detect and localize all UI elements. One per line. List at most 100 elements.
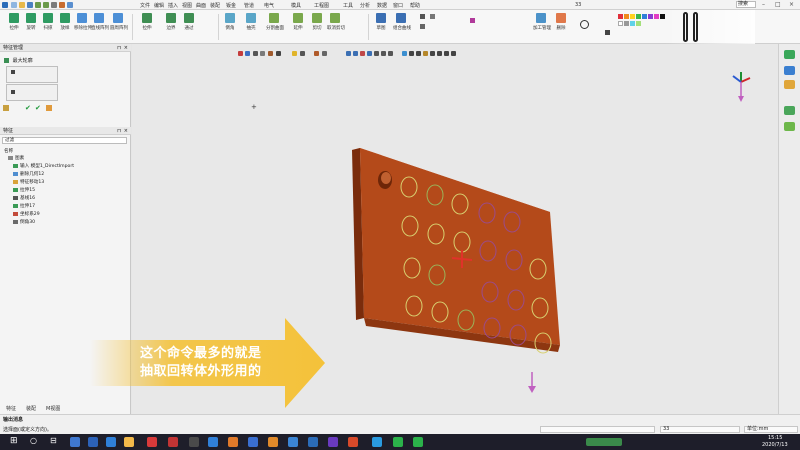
app-icon[interactable] [348,437,358,447]
help-icon[interactable] [67,2,73,8]
standard-view-icon[interactable] [360,51,365,56]
standard-view-icon[interactable] [353,51,358,56]
standard-view-icon[interactable] [346,51,351,56]
design-library-icon[interactable] [784,66,795,75]
menu-sheetmetal[interactable]: 钣金 [226,2,236,9]
ribbon-linear-pattern-button[interactable]: 直线阵列 [91,13,109,41]
snap-icon[interactable] [409,51,414,56]
app-icon[interactable] [288,437,298,447]
color-swatch[interactable] [636,14,641,19]
open-icon[interactable] [19,2,25,8]
snap-icon[interactable] [437,51,442,56]
ribbon-manage-button[interactable]: 加工管理 [533,13,551,41]
app-logo-icon[interactable] [2,2,8,8]
standard-view-icon[interactable] [367,51,372,56]
view-properties-icon[interactable] [784,106,795,115]
ribbon-cut-extrude-button[interactable]: 移除拉伸 [74,13,92,41]
snap-icon[interactable] [402,51,407,56]
standard-view-icon[interactable] [388,51,393,56]
tree-item[interactable]: 倒角30 [13,219,35,226]
new-icon[interactable] [11,2,17,8]
snap-icon[interactable] [416,51,421,56]
settings-icon[interactable] [59,2,65,8]
color-swatch[interactable] [642,14,647,19]
ribbon-through-button[interactable]: 通过 [181,13,197,41]
menu-view[interactable]: 视图 [182,2,192,9]
tree-item[interactable]: 坐标系29 [13,211,40,218]
menu-electrical[interactable]: 电气 [264,2,274,9]
tree-item[interactable]: 特征移动13 [13,179,44,186]
menu-help[interactable]: 帮助 [410,2,420,9]
section-icon[interactable] [314,51,319,56]
tree-item[interactable]: 删除几何12 [13,171,44,178]
ribbon-untrim-button[interactable]: 取消剪切 [327,13,345,41]
ribbon-delete-button[interactable]: 删除 [553,13,569,41]
color-swatch[interactable] [618,21,623,26]
tree-item[interactable]: 拉伸17 [13,203,35,210]
app-icon[interactable] [393,437,403,447]
app-icon[interactable] [308,437,318,447]
standard-view-icon[interactable] [374,51,379,56]
feature-manager-item[interactable]: 最大轮廓 [4,57,33,64]
ribbon-composite-curve-button[interactable]: 组合曲线 [393,13,411,41]
snap-icon[interactable] [430,51,435,56]
line-tool-icon[interactable] [420,24,425,29]
start-icon[interactable]: ⊞ [10,436,18,446]
color-swatch[interactable] [630,14,635,19]
color-swatch[interactable] [636,21,641,26]
arc-tool-icon[interactable] [430,14,435,19]
color-swatch[interactable] [618,14,623,19]
search-input[interactable]: 搜索 [736,1,756,8]
app-icon[interactable] [70,437,80,447]
close-icon[interactable]: × [789,1,794,8]
menu-insert[interactable]: 插入 [168,2,178,9]
tree-item[interactable]: 图素 [8,155,24,162]
undo-icon[interactable] [35,2,41,8]
app-icon[interactable] [328,437,338,447]
task-view-icon[interactable]: ⊟ [50,436,57,445]
color-swatch[interactable] [630,21,635,26]
app-icon[interactable] [413,437,423,447]
app-icon[interactable] [88,437,98,447]
app-icon[interactable] [248,437,258,447]
redo-icon[interactable] [43,2,49,8]
snap-icon[interactable] [423,51,428,56]
close-icon[interactable]: × [124,44,128,52]
view-orient-icon[interactable] [245,51,250,56]
app-icon[interactable] [147,437,157,447]
ribbon-circular-pattern-button[interactable]: 圆周阵列 [110,13,128,41]
tab-assembly[interactable]: 装配 [26,405,36,412]
menu-surface[interactable]: 曲面 [196,2,206,9]
ribbon-shell-button[interactable]: 抽壳 [243,13,259,41]
resource-icon[interactable] [784,50,795,59]
print-icon[interactable] [51,2,57,8]
ribbon-sweep-button[interactable]: 扫掠 [40,13,56,41]
menu-pipe[interactable]: 管道 [244,2,254,9]
app-icon[interactable] [168,437,178,447]
reference-box-2[interactable] [6,84,58,101]
menu-tools[interactable]: 工具 [343,2,353,9]
app-icon[interactable] [189,437,199,447]
color-swatch[interactable] [624,21,629,26]
light-icon[interactable] [292,51,297,56]
reference-box-1[interactable] [6,66,58,83]
snap-icon[interactable] [444,51,449,56]
menu-file[interactable]: 文件 [140,2,150,9]
ribbon-extrude-button[interactable]: 拉伸 [6,13,22,41]
app-icon[interactable] [208,437,218,447]
ok-icon[interactable]: ✔ [25,104,31,112]
app-icon[interactable] [268,437,278,447]
render-mode-icon[interactable] [276,51,281,56]
standard-view-icon[interactable] [381,51,386,56]
app-icon[interactable] [228,437,238,447]
ribbon-revolve-button[interactable]: 旋转 [23,13,39,41]
tab-feature[interactable]: 特征 [6,405,16,412]
rotate-view-icon[interactable] [268,51,273,56]
color-swatch[interactable] [648,14,653,19]
snap-icon[interactable] [451,51,456,56]
view-orient-icon[interactable] [238,51,243,56]
color-swatch[interactable] [654,14,659,19]
apply-icon[interactable]: ✔ [35,104,41,112]
menu-drawing[interactable]: 工程图 [314,2,329,9]
zoom-icon[interactable] [253,51,258,56]
